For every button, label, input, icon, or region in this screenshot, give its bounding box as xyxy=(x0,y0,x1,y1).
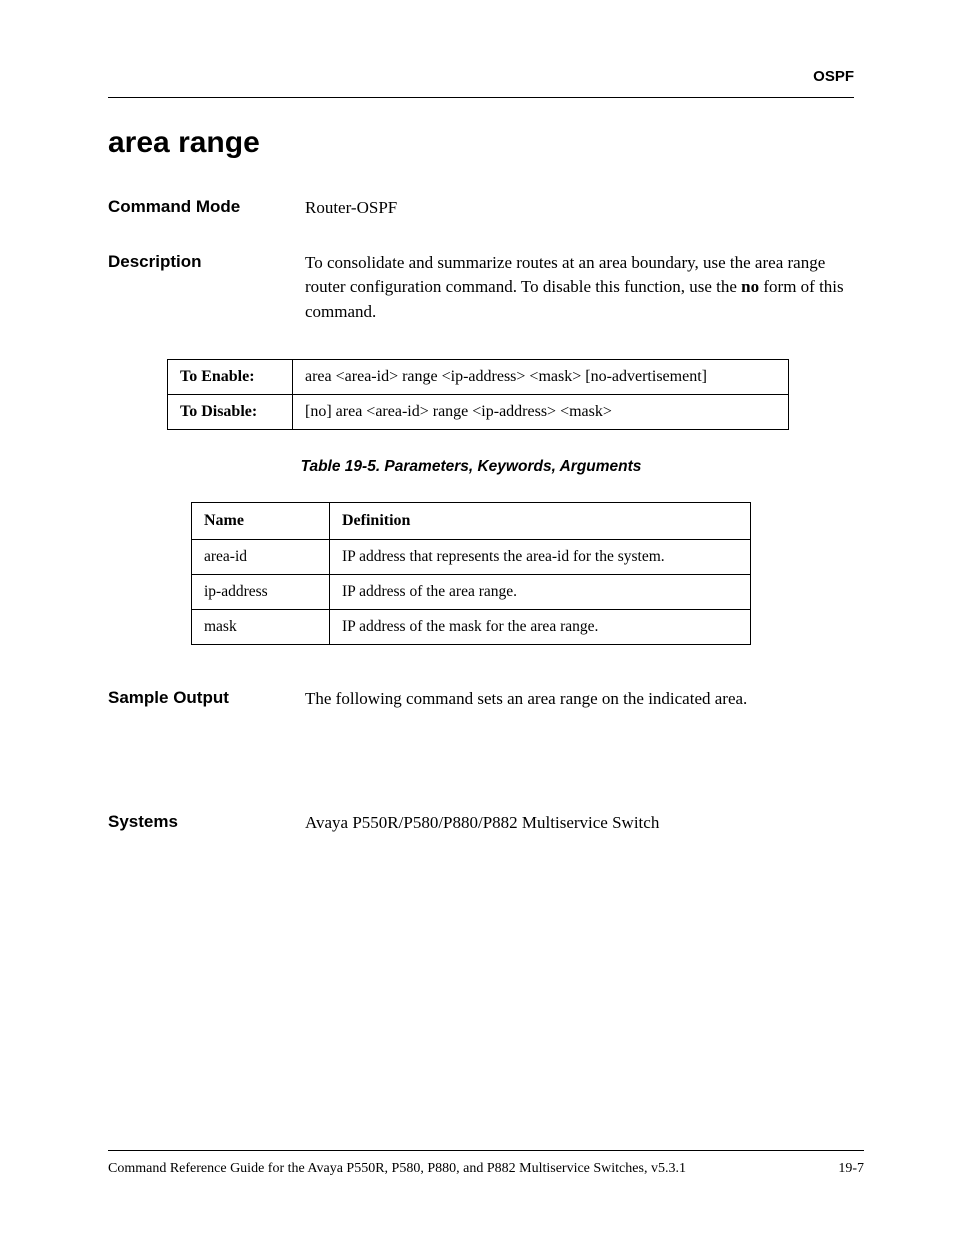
systems-label: Systems xyxy=(108,811,305,836)
params-cell-definition: IP address of the area range. xyxy=(330,574,751,609)
command-mode-value: Router-OSPF xyxy=(305,196,854,221)
disable-label-cell: To Disable: xyxy=(168,394,293,429)
disable-value-cell: [no] area <area-id> range <ip-address> <… xyxy=(293,394,789,429)
params-header-name: Name xyxy=(192,502,330,539)
params-cell-name: ip-address xyxy=(192,574,330,609)
header-section: OSPF xyxy=(108,68,854,85)
sample-output-value: The following command sets an area range… xyxy=(305,687,854,712)
table-caption: Table 19-5. Parameters, Keywords, Argume… xyxy=(191,458,751,476)
systems-row: Systems Avaya P550R/P580/P880/P882 Multi… xyxy=(108,811,854,836)
page-title: area range xyxy=(108,126,854,160)
header-rule xyxy=(108,97,854,98)
systems-value: Avaya P550R/P580/P880/P882 Multiservice … xyxy=(305,811,854,836)
params-header-definition: Definition xyxy=(330,502,751,539)
footer: Command Reference Guide for the Avaya P5… xyxy=(108,1150,864,1177)
footer-right: 19-7 xyxy=(838,1161,864,1177)
table-row: ip-address IP address of the area range. xyxy=(192,574,751,609)
command-mode-row: Command Mode Router-OSPF xyxy=(108,196,854,221)
enable-value-cell: area <area-id> range <ip-address> <mask>… xyxy=(293,359,789,394)
table-row: To Enable: area <area-id> range <ip-addr… xyxy=(168,359,789,394)
table-row: To Disable: [no] area <area-id> range <i… xyxy=(168,394,789,429)
table-header-row: Name Definition xyxy=(192,502,751,539)
params-cell-definition: IP address that represents the area-id f… xyxy=(330,539,751,574)
params-cell-name: area-id xyxy=(192,539,330,574)
description-row: Description To consolidate and summarize… xyxy=(108,251,854,325)
footer-rule xyxy=(108,1150,864,1151)
table-row: mask IP address of the mask for the area… xyxy=(192,609,751,644)
description-bold: no xyxy=(741,277,759,296)
table-row: area-id IP address that represents the a… xyxy=(192,539,751,574)
sample-output-label: Sample Output xyxy=(108,687,305,712)
command-mode-label: Command Mode xyxy=(108,196,305,221)
sample-output-row: Sample Output The following command sets… xyxy=(108,687,854,712)
description-label: Description xyxy=(108,251,305,325)
description-value: To consolidate and summarize routes at a… xyxy=(305,251,854,325)
footer-left: Command Reference Guide for the Avaya P5… xyxy=(108,1161,686,1177)
params-cell-name: mask xyxy=(192,609,330,644)
enable-label-cell: To Enable: xyxy=(168,359,293,394)
footer-text: Command Reference Guide for the Avaya P5… xyxy=(108,1161,864,1177)
syntax-table: To Enable: area <area-id> range <ip-addr… xyxy=(167,359,789,430)
params-cell-definition: IP address of the mask for the area rang… xyxy=(330,609,751,644)
params-table: Name Definition area-id IP address that … xyxy=(191,502,751,645)
